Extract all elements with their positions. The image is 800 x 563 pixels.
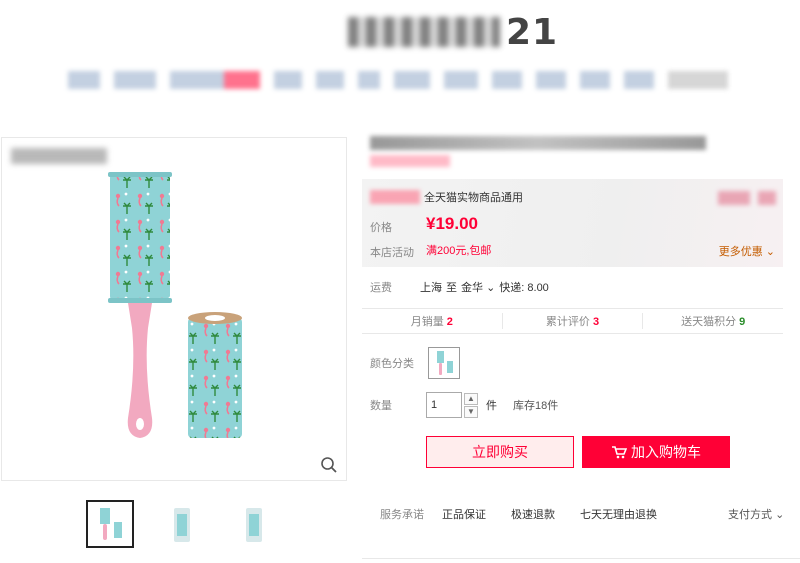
- promo-row: 全天猫实物商品通用: [370, 189, 523, 205]
- shop-nav-bar: [68, 68, 798, 92]
- shipping-row: 运费 上海 至 金华 ⌄ 快递: 8.00: [370, 279, 549, 295]
- nav-item[interactable]: [316, 71, 344, 89]
- shipping-from: 上海: [420, 282, 442, 294]
- buy-now-button[interactable]: 立即购买: [426, 436, 574, 468]
- stat-value: 2: [446, 316, 453, 328]
- nav-item[interactable]: [536, 71, 566, 89]
- zoom-icon[interactable]: [320, 456, 338, 474]
- quantity-unit: 件: [486, 400, 497, 412]
- thumbnail-image: [100, 508, 122, 540]
- brand-logo-number: 21: [506, 11, 559, 53]
- chevron-down-icon: ⌄: [765, 246, 775, 258]
- add-to-cart-button[interactable]: 加入购物车: [582, 436, 730, 468]
- shipping-to: 金华: [461, 282, 483, 294]
- thumbnail[interactable]: [158, 500, 206, 548]
- more-offers-link[interactable]: 更多优惠 ⌄: [719, 243, 775, 259]
- thumbnail-image: [246, 508, 262, 542]
- color-label: 颜色分类: [370, 358, 414, 370]
- shipping-destination-select[interactable]: 金华 ⌄: [461, 279, 495, 295]
- stat-reviews[interactable]: 累计评价 3: [501, 313, 643, 329]
- nav-item[interactable]: [492, 71, 522, 89]
- quantity-label: 数量: [370, 400, 392, 412]
- chevron-down-icon: ⌄: [775, 509, 785, 521]
- activity-text: 满200元,包邮: [426, 245, 492, 257]
- payment-method-dropdown[interactable]: 支付方式 ⌄: [728, 506, 784, 522]
- nav-item[interactable]: [668, 71, 728, 89]
- shipping-to-label: 至: [446, 282, 457, 294]
- chevron-down-icon: ⌄: [486, 282, 496, 294]
- nav-item[interactable]: [68, 71, 100, 89]
- brand-logo-blurred: [348, 17, 500, 47]
- nav-item[interactable]: [580, 71, 610, 89]
- add-to-cart-label: 加入购物车: [631, 444, 701, 460]
- stats-row: 月销量 2 累计评价 3 送天猫积分 9: [362, 308, 783, 334]
- coupon-blurred[interactable]: [718, 191, 750, 205]
- price-value: ¥19.00: [426, 214, 478, 233]
- swatch-image: [437, 351, 453, 375]
- cart-icon: [612, 446, 627, 459]
- stat-value: 3: [592, 316, 600, 328]
- service-label: 服务承诺: [380, 509, 424, 521]
- color-swatch[interactable]: [428, 347, 460, 379]
- more-offers-label: 更多优惠: [718, 246, 763, 258]
- buy-now-label: 立即购买: [472, 444, 528, 460]
- promo-tag-blurred: [370, 190, 420, 204]
- divider: [362, 558, 800, 559]
- thumbnail[interactable]: [86, 500, 134, 548]
- price-label: 价格: [370, 222, 392, 234]
- nav-item[interactable]: [274, 71, 302, 89]
- promo-text: 全天猫实物商品通用: [424, 192, 523, 204]
- thumbnail-image: [174, 508, 190, 542]
- price-panel: 全天猫实物商品通用 价格 ¥19.00 本店活动 满200元,包邮 更多优惠 ⌄: [362, 179, 783, 267]
- stat-label: 送天猫积分: [681, 316, 737, 328]
- nav-item[interactable]: [394, 71, 430, 89]
- quantity-input[interactable]: [426, 392, 462, 418]
- shipping-label: 运费: [370, 282, 392, 294]
- image-watermark-logo: [11, 148, 107, 164]
- nav-item[interactable]: [114, 71, 156, 89]
- activity-label: 本店活动: [370, 247, 414, 259]
- service-promise-row: 服务承诺 正品保证 极速退款 七天无理由退换: [380, 506, 780, 522]
- thumbnail[interactable]: [230, 500, 278, 548]
- stat-points: 送天猫积分 9: [642, 313, 783, 329]
- stat-monthly-sales: 月销量 2: [362, 313, 502, 329]
- stat-label: 累计评价: [545, 316, 590, 328]
- product-page: 21 全天猫实物商品通用 价格 ¥19.00 本店活动 满200元,包邮 更多优…: [0, 0, 800, 563]
- nav-item[interactable]: [624, 71, 654, 89]
- main-product-image[interactable]: [1, 137, 347, 481]
- thumbnail-strip: [86, 500, 278, 548]
- stock-text: 库存18件: [513, 400, 559, 412]
- quantity-stepper: ▲ ▼: [464, 392, 478, 418]
- payment-method-label: 支付方式: [728, 509, 772, 521]
- service-item[interactable]: 极速退款: [511, 506, 555, 522]
- stat-label: 月销量: [410, 316, 444, 328]
- increment-icon[interactable]: ▲: [464, 392, 478, 405]
- stat-value: 9: [739, 316, 746, 328]
- shipping-fee: 快递: 8.00: [499, 282, 549, 294]
- nav-item[interactable]: [444, 71, 478, 89]
- brand-logo[interactable]: 21: [348, 11, 559, 53]
- nav-item[interactable]: [170, 71, 260, 89]
- nav-item[interactable]: [358, 71, 380, 89]
- color-selector: 颜色分类: [370, 347, 460, 379]
- service-item[interactable]: 七天无理由退换: [580, 506, 657, 522]
- decrement-icon[interactable]: ▼: [464, 405, 478, 418]
- product-subtitle-blurred: [370, 155, 450, 167]
- quantity-row: 数量 ▲ ▼ 件 库存18件: [370, 392, 558, 418]
- lint-roller-illustration: [108, 172, 242, 438]
- product-title-blurred: [370, 136, 706, 150]
- coupon-blurred[interactable]: [758, 191, 776, 205]
- service-item[interactable]: 正品保证: [442, 506, 486, 522]
